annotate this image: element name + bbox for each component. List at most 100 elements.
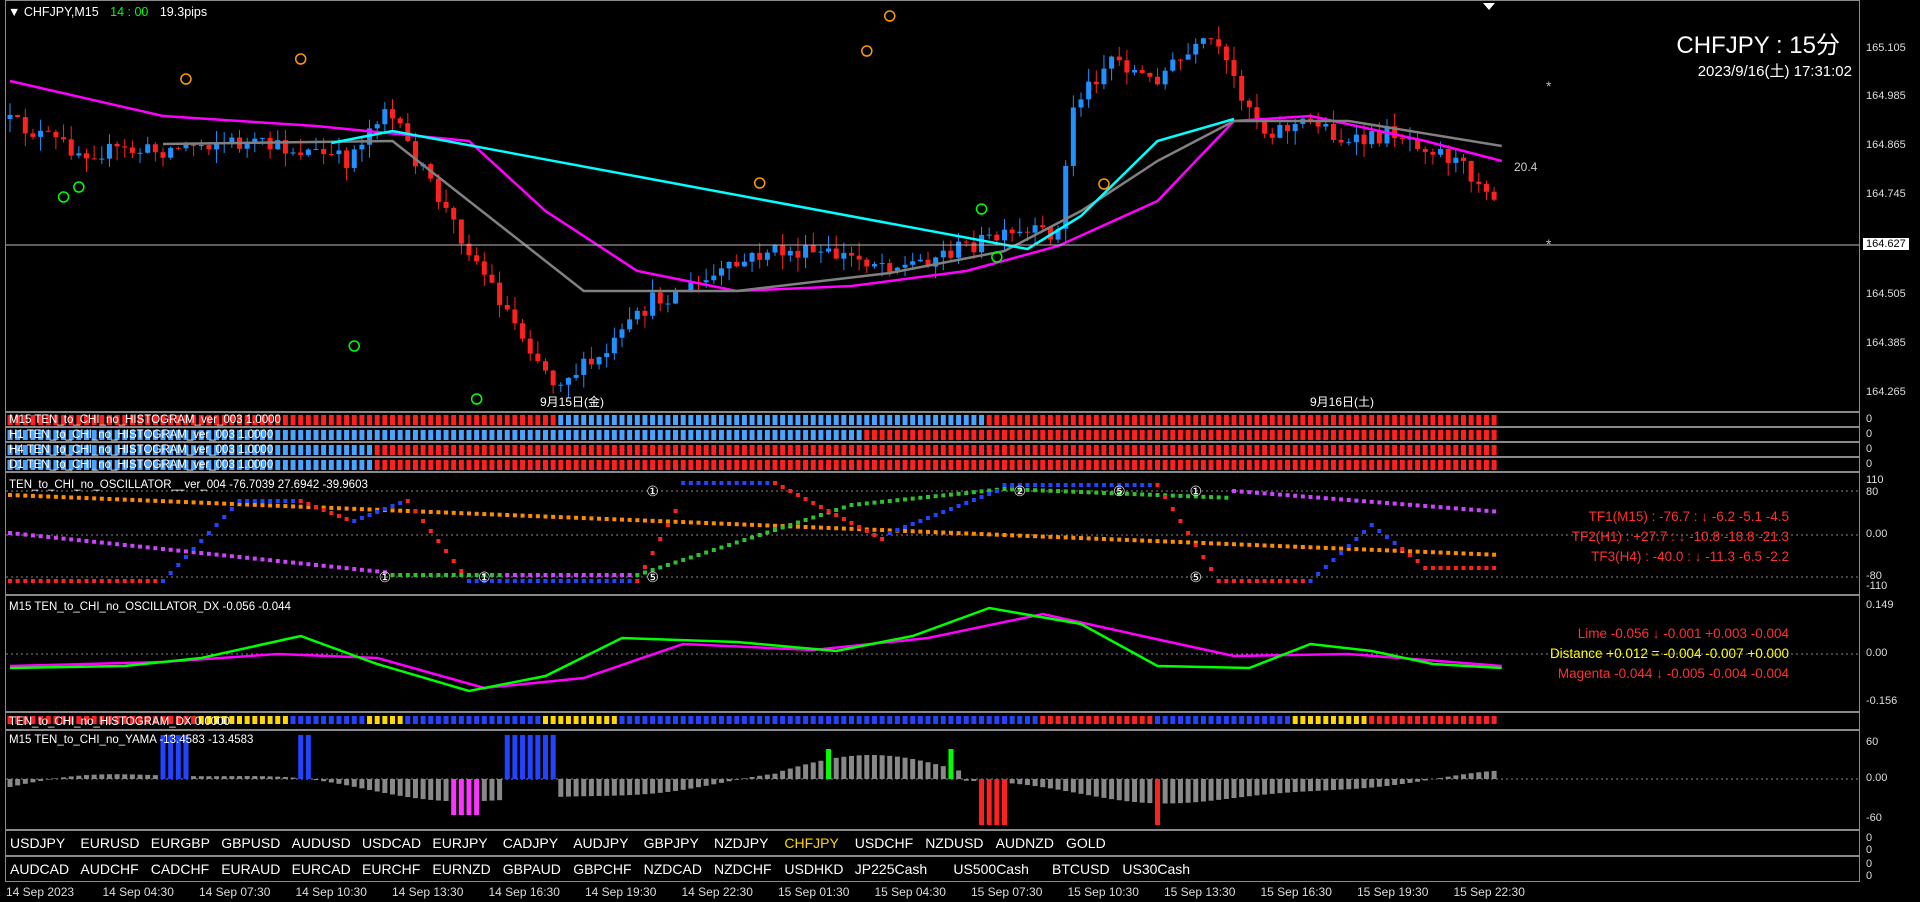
histogram-bar [1047,415,1053,425]
dx-panel[interactable]: M15 TEN_to_CHI_no_OSCILLATOR_DX -0.056 -… [5,595,1860,712]
distance-label: 20.4 [1514,160,1538,174]
symbol-button-eurcad[interactable]: EURCAD [292,861,351,877]
histogram-bar [298,430,304,440]
oscillator-panel[interactable]: ①⑤①②⑤①⑤① TEN_to_CHI_no_OSCILLATOR__ver_0… [5,472,1860,595]
histogram-bar [711,460,717,470]
hist-dx-bar [841,716,847,724]
osc-tf3-dot [436,510,441,515]
histogram-bar [764,460,770,470]
histogram-bar [321,415,327,425]
symbol-button-gbpchf[interactable]: GBPCHF [573,861,631,877]
histogram-d1-panel[interactable]: D1 TEN_to_CHI_no_HISTOGRAM_ver_003 1.000… [5,457,1860,472]
symbol-button-us30cash[interactable]: US30Cash [1122,861,1190,877]
symbol-button-audjpy[interactable]: AUDJPY [573,835,628,851]
candle-body [175,147,181,149]
symbol-button-gbpjpy[interactable]: GBPJPY [644,835,699,851]
histogram-bar [504,415,510,425]
hist-dx-bar [764,716,770,724]
histogram-m15-panel[interactable]: M15 TEN_to_CHI_no_HISTOGRAM_ver_003 1.00… [5,412,1860,427]
symbol-button-eurjpy[interactable]: EURJPY [432,835,487,851]
hist-dx-bar [1032,716,1038,724]
histogram-h4-panel[interactable]: H4 TEN_to_CHI_no_HISTOGRAM_ver_003 1.000… [5,442,1860,457]
histogram-bar [1193,445,1199,455]
histogram-bar [527,415,533,425]
histogram-bar [1002,445,1007,455]
yama-panel[interactable]: M15 TEN_to_CHI_no_YAMA -13.4583 -13.4583 [5,730,1860,830]
symbol-button-usdhkd[interactable]: USDHKD [784,861,843,877]
histogram-bar [1315,430,1321,440]
yama-bar [1483,771,1489,779]
osc-tf2-dot [237,555,242,559]
symbol-button-chfjpy[interactable]: CHFJPY [784,835,838,851]
symbol-button-us500cash[interactable]: US500Cash [953,861,1029,877]
osc-tf3-dot [1476,552,1481,557]
symbol-button-audusd[interactable]: AUDUSD [292,835,351,851]
histogram-bar [1109,445,1115,455]
symbol-button-usdcad[interactable]: USDCAD [362,835,421,851]
osc-tf2-dot [268,558,273,563]
histogram-bar [1262,430,1268,440]
histogram-bar [321,445,327,455]
symbol-button-nzdcad[interactable]: NZDCAD [644,861,702,877]
osc-tf1-dot [421,519,426,523]
candle-body [99,158,105,160]
symbol-button-euraud[interactable]: EURAUD [221,861,280,877]
osc-tf3-dot [979,532,984,537]
symbol-button-audcad[interactable]: AUDCAD [10,861,69,877]
symbol-button-eurusd[interactable]: EURUSD [80,835,139,851]
histogram-bar [1185,430,1191,440]
hist-dx-bar [435,716,441,724]
candle-body [565,377,571,385]
symbol-button-eurgbp[interactable]: EURGBP [151,835,210,851]
osc-tf1-dot [1453,566,1458,570]
symbol-button-cadjpy[interactable]: CADJPY [503,835,558,851]
histogram-bar [1430,415,1436,425]
osc-tf1-dot [84,579,89,583]
histogram-bar [1285,445,1291,455]
osc-tf1-dot [750,481,755,485]
histogram-bar [405,415,411,425]
symbol-button-nzdjpy[interactable]: NZDJPY [714,835,768,851]
symbol-button-gold[interactable]: GOLD [1066,835,1106,851]
histogram-bar [650,460,656,470]
osc-tf3-dot [926,529,930,534]
histogram-bar [1315,445,1321,455]
symbol-button-eurchf[interactable]: EURCHF [362,861,420,877]
yama-bar [963,779,969,781]
symbol-button-btcusd[interactable]: BTCUSD [1052,861,1110,877]
osc-tf1-dot [1132,483,1137,487]
symbol-button-usdchf[interactable]: USDCHF [855,835,913,851]
symbol-button-usdjpy[interactable]: USDJPY [10,835,65,851]
histogram-bar [1216,445,1222,455]
symbol-button-gbpaud[interactable]: GBPAUD [503,861,561,877]
osc-tf2-dot [329,564,334,569]
yama-bar [879,755,885,779]
symbol-timeframe: CHFJPY,M15 [23,5,99,19]
candle-body [1162,70,1168,85]
symbol-button-jp225cash[interactable]: JP225Cash [855,861,927,877]
candle-body [336,150,342,155]
symbol-button-audchf[interactable]: AUDCHF [80,861,138,877]
price-chart-panel[interactable]: * * [5,0,1860,412]
histogram-bar [1476,460,1482,470]
hist-dx-bar [1468,716,1474,724]
histogram-bar [1415,415,1421,425]
symbol-button-gbpusd[interactable]: GBPUSD [221,835,280,851]
yama-bar [30,779,36,783]
symbol-button-eurnzd[interactable]: EURNZD [432,861,490,877]
candle-body [527,338,533,354]
symbol-button-nzdchf[interactable]: NZDCHF [714,861,772,877]
histogram-bar [1300,415,1306,425]
histogram-h1-panel[interactable]: H1 TEN_to_CHI_no_HISTOGRAM_ver_003 1.000… [5,427,1860,442]
histogram-bar [1254,415,1260,425]
histogram-dx-panel[interactable]: TEN_to_CHI_no_HISTOGRAM_DX 0.0000 [5,712,1860,730]
symbol-button-cadchf[interactable]: CADCHF [151,861,209,877]
symbol-button-audnzd[interactable]: AUDNZD [996,835,1054,851]
osc-tf1-dot [597,579,602,583]
histogram-bar [298,415,304,425]
histogram-bar [328,460,334,470]
osc-tf2-dot [1385,501,1389,505]
symbol-button-nzdusd[interactable]: NZDUSD [925,835,983,851]
collapse-triangle-icon[interactable]: ▼ [8,5,20,19]
histogram-bar [917,460,923,470]
